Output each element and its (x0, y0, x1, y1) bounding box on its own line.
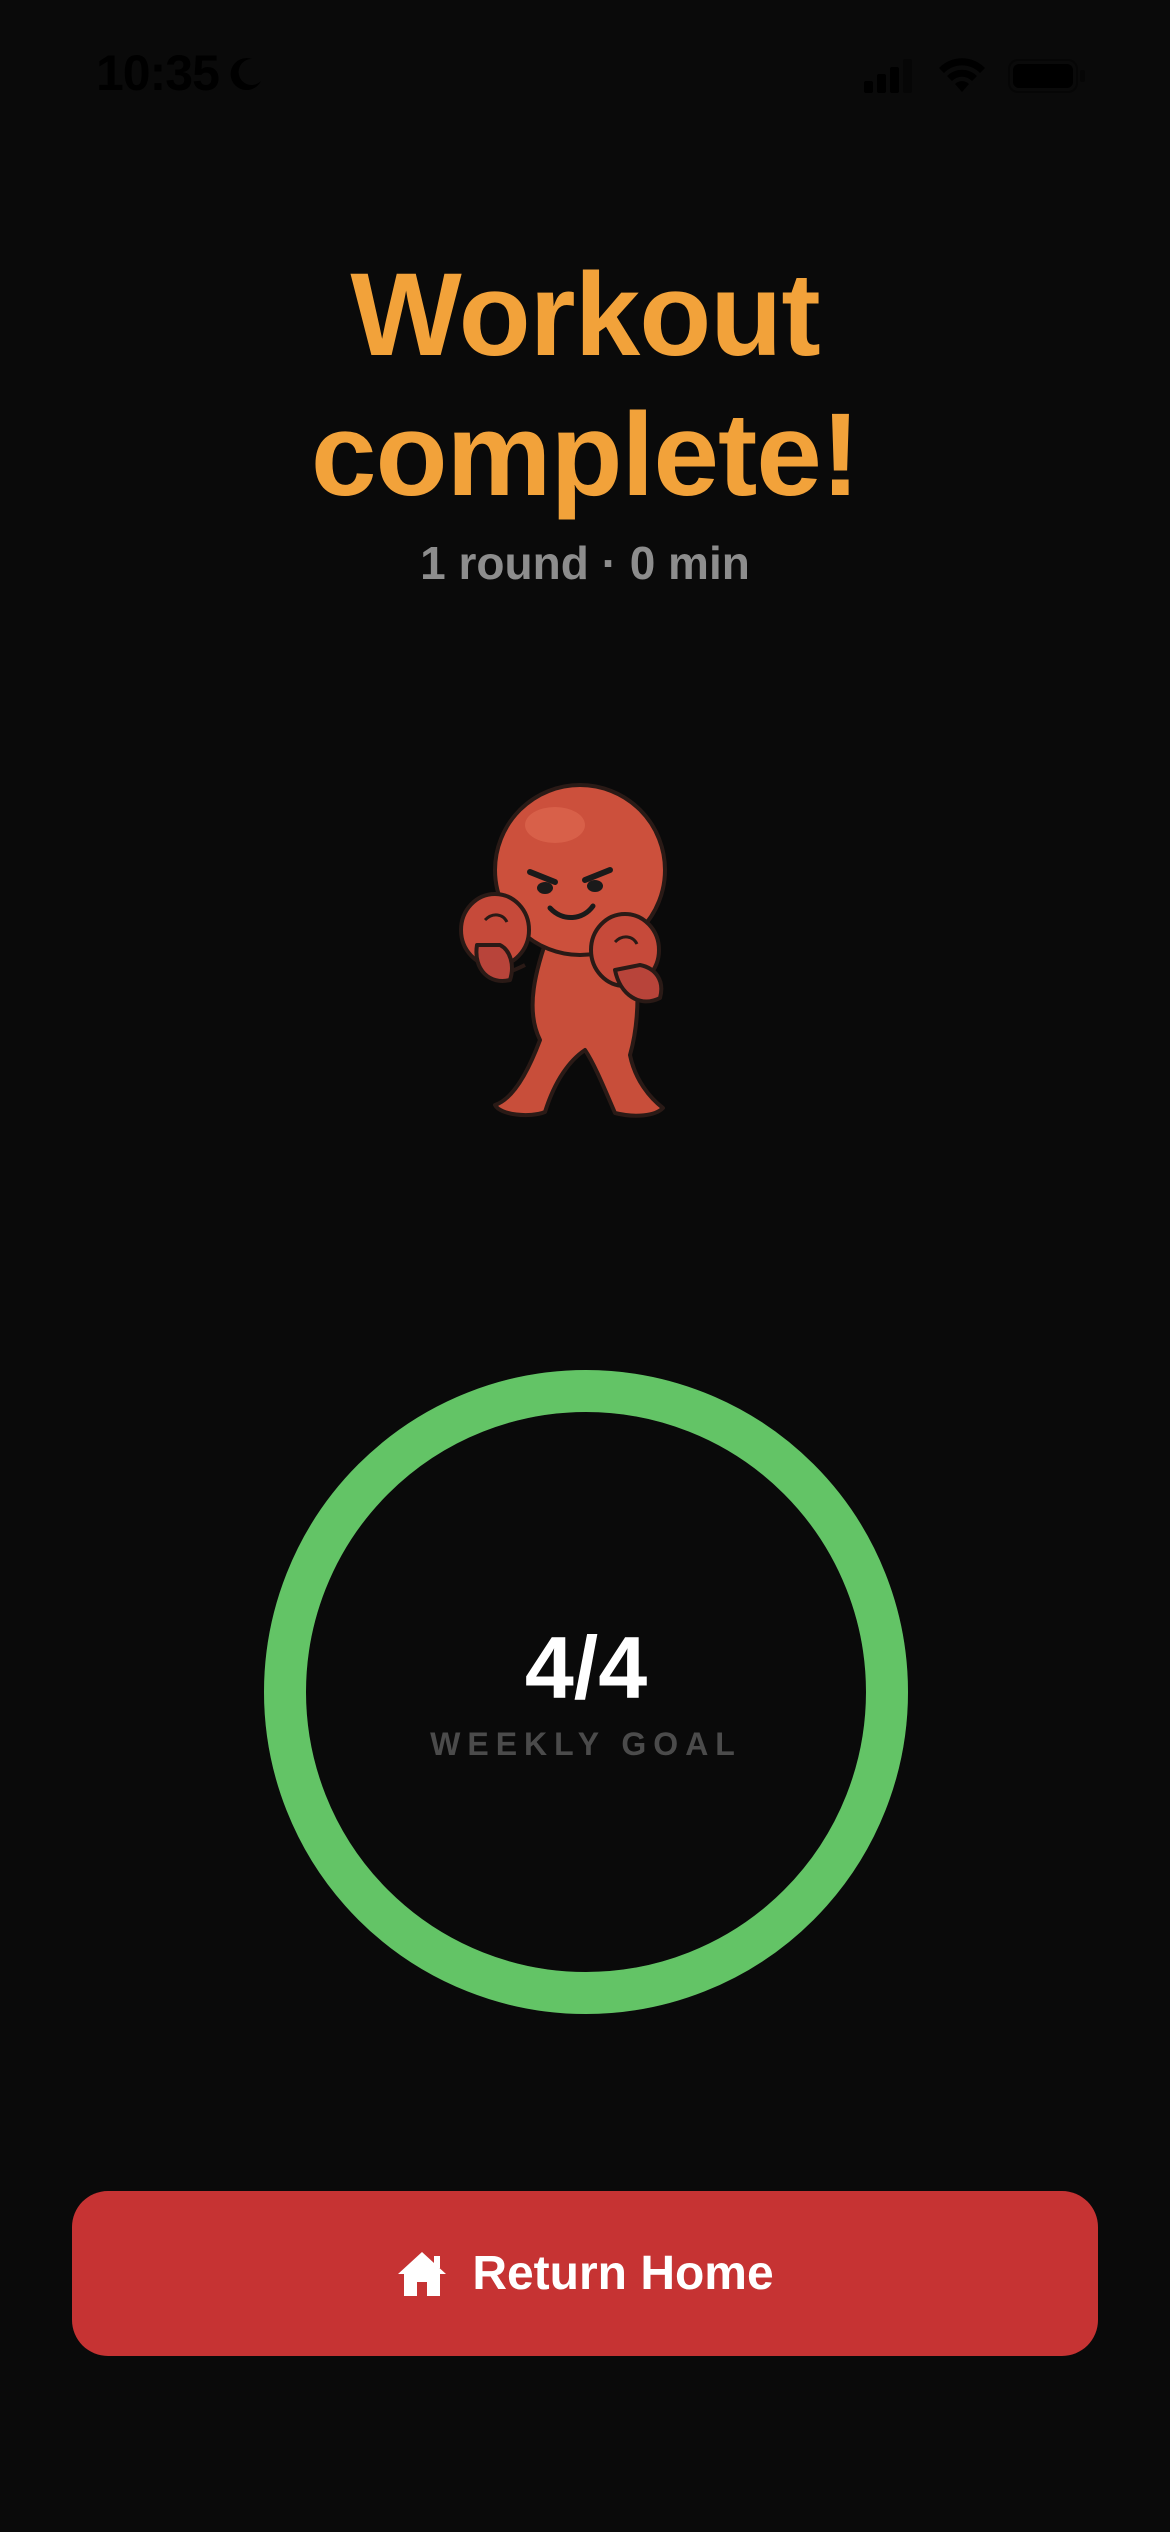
moon-icon (230, 58, 261, 91)
status-time-text: 10:35 (96, 45, 220, 101)
weekly-goal-value: 4/4 (524, 1618, 648, 1717)
return-home-label: Return Home (472, 2247, 774, 2300)
title-line-1: Workout (350, 249, 820, 381)
battery-icon (1008, 59, 1085, 93)
cellular-signal-icon (864, 59, 912, 93)
title-line-2: complete! (310, 389, 860, 521)
weekly-goal-label: WEEKLY GOAL (430, 1726, 742, 1762)
page-title: Workout complete! (0, 245, 1170, 525)
status-icons (864, 58, 1086, 94)
workout-summary: 1 round · 0 min (420, 537, 750, 589)
return-home-button[interactable]: Return Home (72, 2191, 1098, 2356)
status-time: 10:35 (96, 44, 267, 102)
boxer-mascot-icon (459, 783, 667, 1118)
status-bar: 10:35 (0, 0, 1170, 150)
home-icon (398, 2251, 447, 2296)
wifi-icon (939, 58, 985, 92)
